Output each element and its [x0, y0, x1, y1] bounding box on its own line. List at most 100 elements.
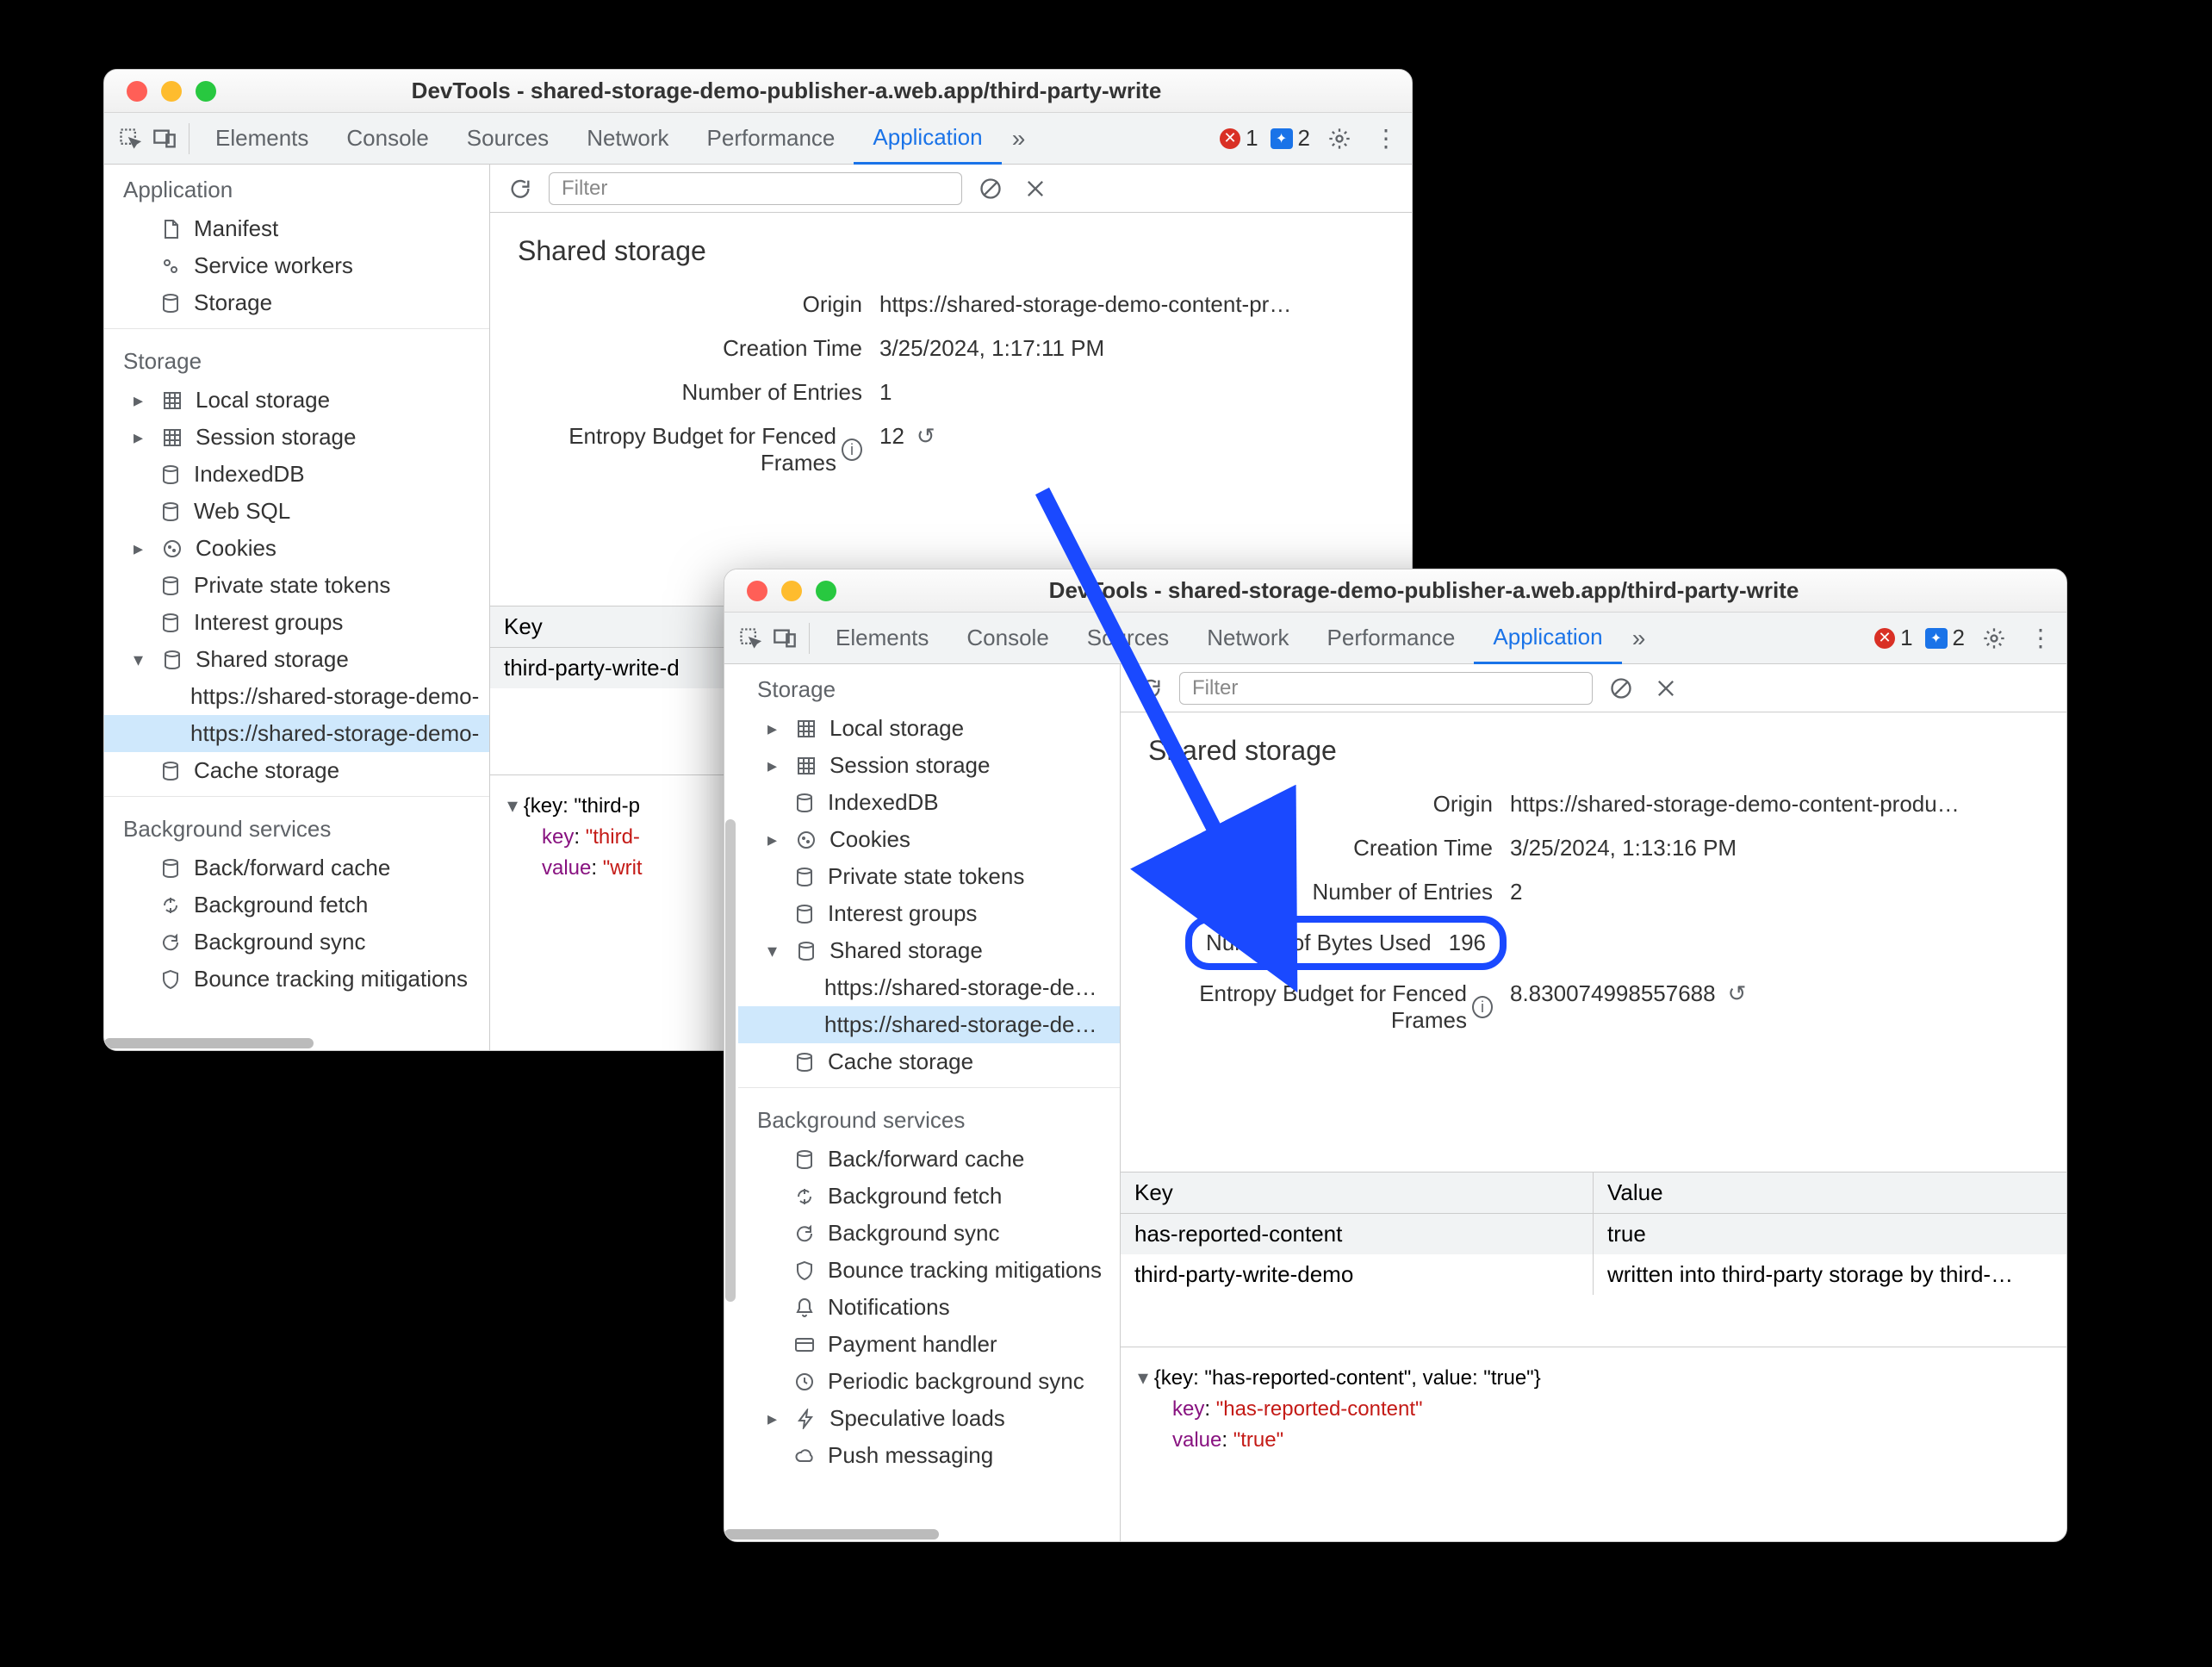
sidebar-item-cookies[interactable]: ▸Cookies — [738, 821, 1120, 858]
kebab-icon[interactable]: ⋮ — [2023, 621, 2058, 656]
chevron-down-icon[interactable]: ▾ — [507, 794, 524, 818]
reload-icon[interactable] — [1134, 672, 1167, 705]
scrollbar-vertical[interactable] — [725, 664, 736, 1541]
sidebar-item-websql[interactable]: Web SQL — [104, 493, 489, 530]
more-tabs-icon[interactable]: » — [1002, 121, 1036, 156]
sidebar-item-local-storage[interactable]: ▸Local storage — [738, 710, 1120, 747]
col-key[interactable]: Key — [1121, 1172, 1594, 1213]
database-icon — [158, 464, 183, 485]
sidebar-item-cookies[interactable]: ▸Cookies — [104, 530, 489, 567]
inspect-icon[interactable] — [113, 121, 147, 156]
scrollbar-horizontal[interactable] — [724, 1529, 1115, 1539]
info-icon[interactable]: i — [842, 439, 862, 461]
sidebar-item-bg-fetch[interactable]: Background fetch — [738, 1178, 1120, 1215]
inspect-icon[interactable] — [733, 621, 767, 656]
tab-elements[interactable]: Elements — [817, 613, 948, 664]
close-icon[interactable] — [127, 81, 147, 102]
table-row[interactable]: third-party-write-demowritten into third… — [1121, 1254, 2066, 1295]
sidebar-item-bf-cache[interactable]: Back/forward cache — [738, 1141, 1120, 1178]
minimize-icon[interactable] — [161, 81, 182, 102]
maximize-icon[interactable] — [196, 81, 216, 102]
sidebar-item-push-messaging[interactable]: Push messaging — [738, 1437, 1120, 1474]
sidebar-item-speculative-loads[interactable]: ▸Speculative loads — [738, 1400, 1120, 1437]
messages-badge[interactable]: ✦2 — [1925, 625, 1965, 651]
sidebar-item-service-workers[interactable]: Service workers — [104, 247, 489, 284]
kv-table: KeyValue has-reported-contenttrue third-… — [1121, 1172, 2066, 1347]
sidebar-item-session-storage[interactable]: ▸Session storage — [104, 419, 489, 456]
tab-sources[interactable]: Sources — [448, 113, 568, 165]
close-icon[interactable] — [1650, 672, 1682, 705]
tab-performance[interactable]: Performance — [1308, 613, 1475, 664]
sidebar-item-shared-storage[interactable]: ▾Shared storage — [738, 932, 1120, 969]
sidebar-item-cache-storage[interactable]: Cache storage — [104, 752, 489, 789]
errors-badge[interactable]: ✕1 — [1220, 125, 1258, 152]
sidebar-item-bf-cache[interactable]: Back/forward cache — [104, 849, 489, 886]
kv-origin: Originhttps://shared-storage-demo-conten… — [490, 283, 1412, 327]
sidebar-item-private-state-tokens[interactable]: Private state tokens — [104, 567, 489, 604]
sidebar-item-notifications[interactable]: Notifications — [738, 1289, 1120, 1326]
sidebar-item-storage[interactable]: Storage — [104, 284, 489, 321]
tab-network[interactable]: Network — [568, 113, 687, 165]
tab-console[interactable]: Console — [948, 613, 1067, 664]
chevron-right-icon: ▸ — [134, 538, 149, 560]
sidebar-leaf-shared-b[interactable]: https://shared-storage-demo- — [738, 1006, 1120, 1043]
main-pane: Filter Shared storage Originhttps://shar… — [1121, 664, 2066, 1541]
device-icon[interactable] — [147, 121, 182, 156]
sidebar-item-indexeddb[interactable]: IndexedDB — [104, 456, 489, 493]
kebab-icon[interactable]: ⋮ — [1369, 121, 1403, 156]
info-icon[interactable]: i — [1472, 996, 1493, 1018]
sidebar-item-bg-sync[interactable]: Background sync — [104, 924, 489, 961]
sidebar-item-manifest[interactable]: Manifest — [104, 210, 489, 247]
more-tabs-icon[interactable]: » — [1622, 621, 1656, 656]
tab-console[interactable]: Console — [327, 113, 447, 165]
chevron-down-icon[interactable]: ▾ — [1138, 1366, 1154, 1390]
gear-icon[interactable] — [1977, 621, 2011, 656]
sidebar-item-bg-fetch[interactable]: Background fetch — [104, 886, 489, 924]
block-icon[interactable] — [1605, 672, 1637, 705]
sidebar-item-shared-storage[interactable]: ▾Shared storage — [104, 641, 489, 678]
gear-icon[interactable] — [1322, 121, 1357, 156]
database-icon — [792, 793, 817, 813]
sidebar-item-local-storage[interactable]: ▸Local storage — [104, 382, 489, 419]
sidebar-item-interest-groups[interactable]: Interest groups — [104, 604, 489, 641]
object-viewer: ▾ {key: "has-reported-content", value: "… — [1121, 1347, 2066, 1471]
tab-performance[interactable]: Performance — [688, 113, 854, 165]
card-icon — [792, 1334, 817, 1355]
table-row[interactable]: has-reported-contenttrue — [1121, 1214, 2066, 1254]
reload-icon[interactable] — [504, 172, 537, 205]
block-icon[interactable] — [974, 172, 1007, 205]
tab-sources[interactable]: Sources — [1068, 613, 1188, 664]
cookie-icon — [793, 830, 819, 850]
messages-badge[interactable]: ✦2 — [1271, 125, 1310, 152]
errors-badge[interactable]: ✕1 — [1874, 625, 1912, 651]
messages-count: 2 — [1953, 625, 1965, 651]
filter-input[interactable]: Filter — [549, 172, 962, 205]
undo-icon[interactable]: ↺ — [1728, 980, 1747, 1007]
sidebar-item-bg-sync[interactable]: Background sync — [738, 1215, 1120, 1252]
sidebar-leaf-shared-a[interactable]: https://shared-storage-demo- — [738, 969, 1120, 1006]
sidebar-item-payment-handler[interactable]: Payment handler — [738, 1326, 1120, 1363]
sidebar-item-private-state-tokens[interactable]: Private state tokens — [738, 858, 1120, 895]
sidebar-item-cache-storage[interactable]: Cache storage — [738, 1043, 1120, 1080]
sidebar-item-indexeddb[interactable]: IndexedDB — [738, 784, 1120, 821]
col-value[interactable]: Value — [1594, 1172, 2066, 1213]
sidebar-item-interest-groups[interactable]: Interest groups — [738, 895, 1120, 932]
sidebar-leaf-shared-a[interactable]: https://shared-storage-demo- — [104, 678, 489, 715]
sidebar: Application Manifest Service workers Sto… — [104, 165, 490, 1050]
device-icon[interactable] — [767, 621, 802, 656]
minimize-icon[interactable] — [781, 581, 802, 601]
maximize-icon[interactable] — [816, 581, 836, 601]
sidebar-item-session-storage[interactable]: ▸Session storage — [738, 747, 1120, 784]
tab-application[interactable]: Application — [1474, 613, 1621, 664]
sidebar-item-periodic-bg-sync[interactable]: Periodic background sync — [738, 1363, 1120, 1400]
close-icon[interactable] — [1019, 172, 1052, 205]
tab-application[interactable]: Application — [854, 113, 1001, 165]
close-icon[interactable] — [747, 581, 767, 601]
filter-input[interactable]: Filter — [1179, 672, 1593, 705]
sidebar-item-bounce-tracking[interactable]: Bounce tracking mitigations — [738, 1252, 1120, 1289]
undo-icon[interactable]: ↺ — [916, 423, 935, 450]
scrollbar-horizontal[interactable] — [104, 1038, 484, 1048]
tab-network[interactable]: Network — [1188, 613, 1308, 664]
tab-elements[interactable]: Elements — [196, 113, 327, 165]
sidebar-leaf-shared-b[interactable]: https://shared-storage-demo- — [104, 715, 489, 752]
